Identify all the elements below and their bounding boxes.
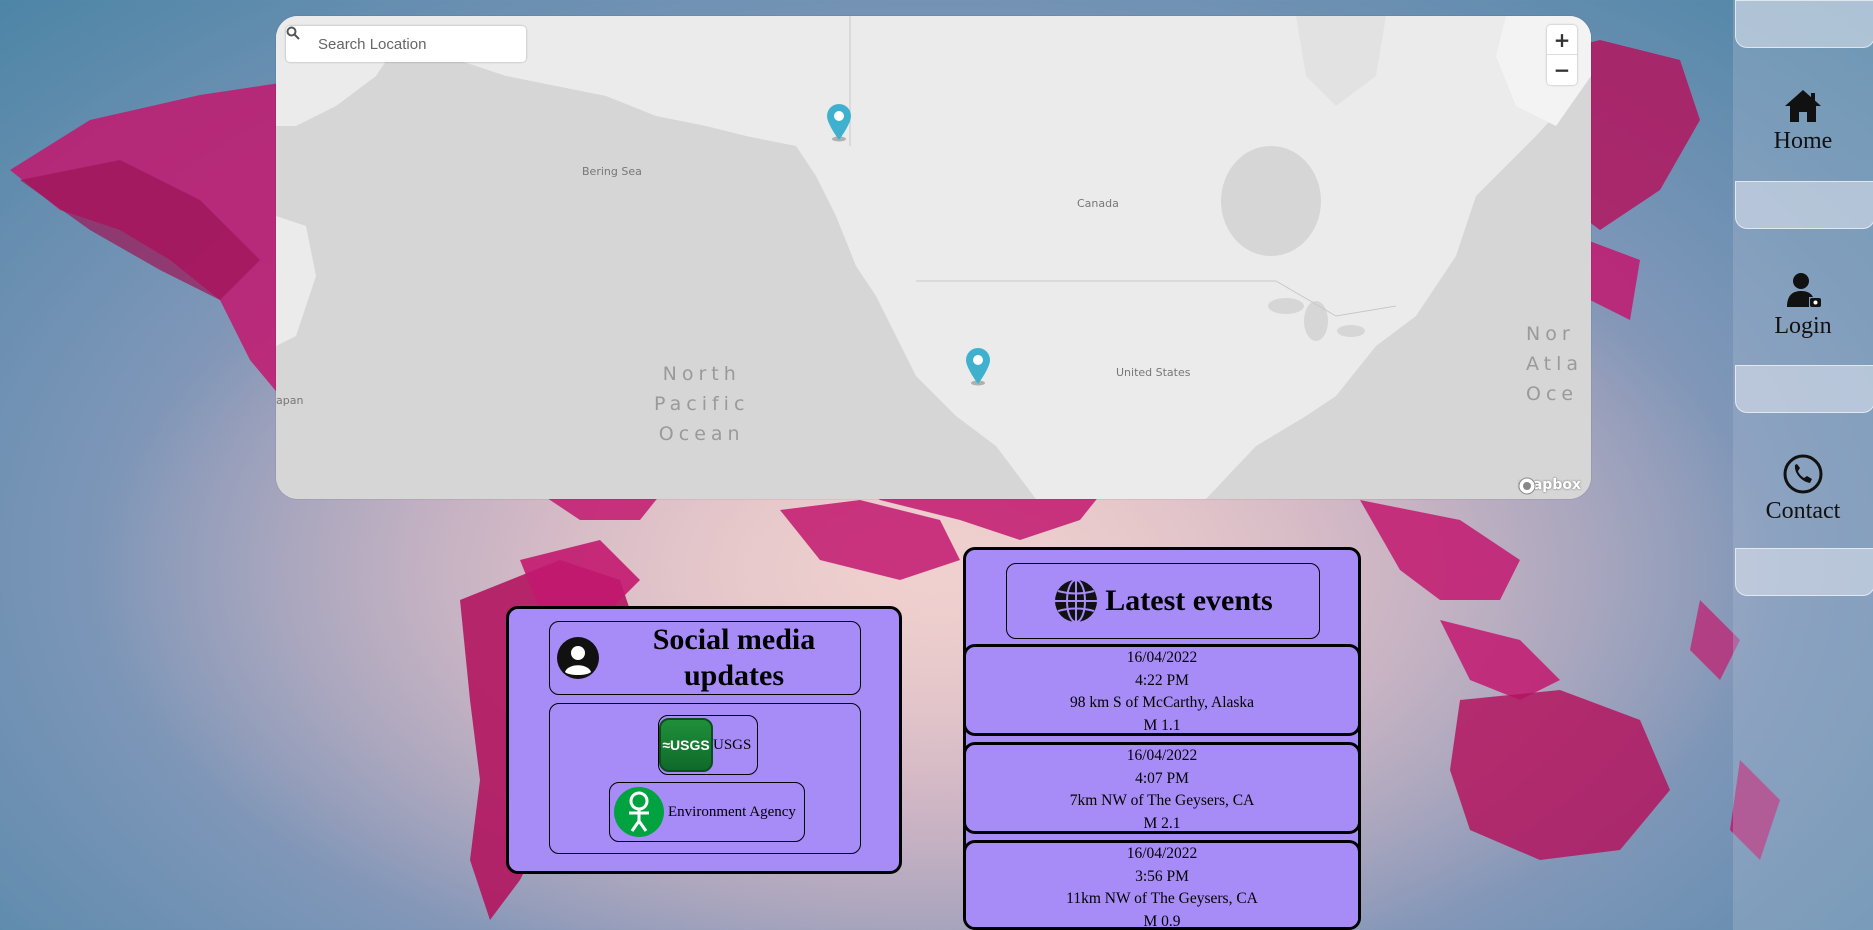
nav-label-home: Home — [1773, 127, 1833, 154]
event-date: 16/04/2022 — [1126, 649, 1198, 666]
event-location: 98 km S of McCarthy, Alaska — [1069, 694, 1255, 711]
mapbox-attribution[interactable]: mapbox — [1518, 477, 1581, 495]
zoom-in-button[interactable]: + — [1547, 25, 1577, 54]
nav-label-login: Login — [1774, 312, 1832, 339]
nav-item-home[interactable]: Home — [1733, 66, 1873, 176]
usgs-logo: ≈USGS — [659, 718, 713, 772]
nav-divider — [1735, 0, 1873, 48]
event-item[interactable]: 16/04/2022 4:22 PM 98 km S of McCarthy, … — [966, 644, 1358, 736]
zoom-control: + − — [1547, 25, 1577, 85]
source-environment-agency-label: Environment Agency — [668, 803, 796, 820]
map-marker-geysers[interactable] — [964, 346, 992, 386]
latest-events-panel: Latest events 16/04/2022 4:22 PM 98 km S… — [963, 547, 1361, 930]
nav-item-login[interactable]: Login — [1733, 250, 1873, 360]
map-search — [286, 26, 526, 62]
event-magnitude: M 2.1 — [1143, 814, 1181, 832]
zoom-out-button[interactable]: − — [1547, 54, 1577, 84]
event-date: 16/04/2022 — [1126, 845, 1198, 862]
home-icon — [1785, 89, 1821, 122]
nav-label-contact: Contact — [1765, 497, 1841, 524]
social-media-header: Social media updates — [549, 621, 861, 695]
map-canvas — [276, 16, 1591, 499]
tree-person-icon — [629, 791, 649, 832]
event-date: 16/04/2022 — [1126, 747, 1198, 764]
sidebar-nav: Home Login Contact — [1733, 0, 1873, 930]
event-item[interactable]: 16/04/2022 4:07 PM 7km NW of The Geysers… — [966, 742, 1358, 834]
mapbox-logo-icon — [1518, 477, 1536, 495]
label-canada: Canada — [1077, 197, 1119, 210]
environment-agency-logo — [614, 787, 664, 837]
event-time: 4:22 PM — [1135, 671, 1189, 689]
label-united-states: United States — [1116, 366, 1191, 379]
nav-divider — [1735, 548, 1873, 596]
nav-divider — [1735, 181, 1873, 229]
event-location: 7km NW of The Geysers, CA — [1069, 792, 1255, 809]
label-north-pacific-ocean: North Pacific Ocean — [654, 363, 750, 445]
label-bering-sea: Bering Sea — [582, 165, 642, 178]
label-north-atlantic-ocean: Nor Atla Oce — [1526, 323, 1584, 405]
globe-icon — [1055, 579, 1098, 623]
social-media-title: Social media updates — [652, 623, 816, 692]
search-location-input[interactable] — [318, 27, 518, 61]
source-usgs[interactable]: ≈USGS USGS — [658, 715, 758, 775]
event-location: 11km NW of The Geysers, CA — [1066, 890, 1258, 907]
source-usgs-label: USGS — [713, 736, 752, 753]
search-icon — [286, 26, 318, 62]
user-lock-icon — [1787, 272, 1821, 307]
phone-icon — [1783, 454, 1823, 493]
nav-divider — [1735, 365, 1873, 413]
social-media-panel: Social media updates ≈USGS USGS Environm… — [506, 606, 902, 874]
event-magnitude: M 1.1 — [1143, 716, 1181, 734]
event-item[interactable]: 16/04/2022 3:56 PM 11km NW of The Geyser… — [966, 840, 1358, 930]
social-sources-list: ≈USGS USGS Environment Agency — [549, 703, 861, 854]
latest-events-title: Latest events — [1105, 584, 1273, 617]
latest-events-header: Latest events — [1006, 563, 1320, 639]
nav-item-contact[interactable]: Contact — [1733, 434, 1873, 544]
label-japan: apan — [276, 394, 304, 407]
event-time: 3:56 PM — [1135, 867, 1189, 885]
map-marker-alaska[interactable] — [825, 102, 853, 142]
source-environment-agency[interactable]: Environment Agency — [609, 782, 805, 842]
interactive-map[interactable]: Bering Sea Canada United States apan Nor… — [276, 16, 1591, 499]
event-magnitude: M 0.9 — [1143, 912, 1181, 930]
event-time: 4:07 PM — [1135, 769, 1189, 787]
user-avatar-icon — [557, 637, 599, 679]
